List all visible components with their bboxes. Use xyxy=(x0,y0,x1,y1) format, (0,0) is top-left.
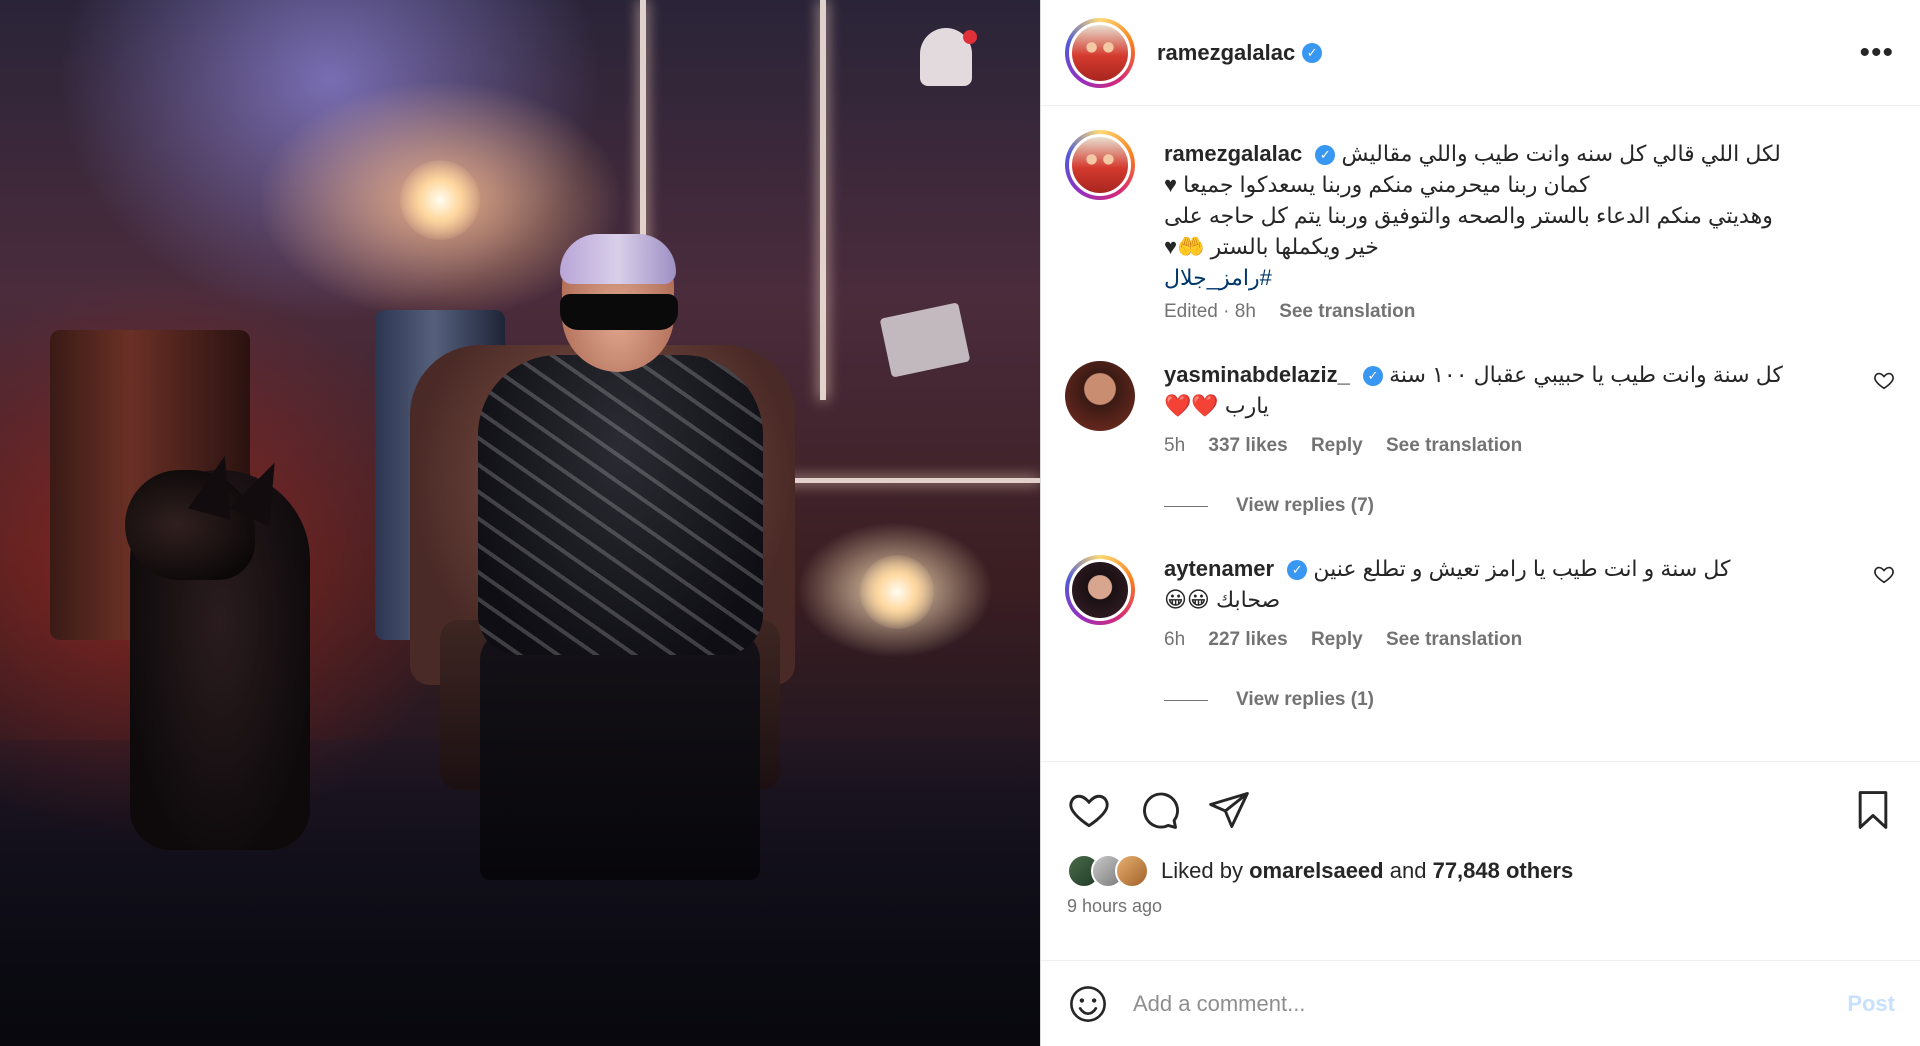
comment-icon[interactable] xyxy=(1137,788,1181,832)
commenter-avatar[interactable] xyxy=(1065,361,1135,431)
verified-badge-icon: ✓ xyxy=(1302,42,1323,63)
person-hair xyxy=(560,234,676,284)
sunglasses xyxy=(560,294,678,330)
liked-by-prefix: Liked by xyxy=(1161,858,1243,883)
liked-by-and: and xyxy=(1389,858,1427,883)
view-replies-button[interactable]: View replies (1) xyxy=(1164,689,1851,711)
caption-username[interactable]: ramezgalalac xyxy=(1164,141,1302,166)
post-side-panel: ramezgalalac ✓ ••• ramezgalalac ✓ لكل ال… xyxy=(1040,0,1920,1046)
comments-area[interactable]: ramezgalalac ✓ لكل اللي قالي كل سنه وانت… xyxy=(1041,106,1920,761)
comment-text: يارب ❤️❤️ xyxy=(1164,393,1270,418)
post-button[interactable]: Post xyxy=(1847,991,1895,1017)
liked-by-others[interactable]: 77,848 others xyxy=(1433,858,1574,884)
caption-text-line: لكل اللي قالي كل سنه وانت طيب واللي مقال… xyxy=(1341,141,1781,166)
verified-badge-icon: ✓ xyxy=(1287,560,1308,581)
replies-divider xyxy=(1164,505,1208,507)
stage-lamp xyxy=(400,160,480,240)
view-replies-button[interactable]: View replies (7) xyxy=(1164,495,1851,517)
commenter-avatar[interactable] xyxy=(1065,555,1135,625)
comment-input[interactable]: Add a comment... xyxy=(1133,991,1847,1017)
caption-text-line: كمان ربنا ميحرمني منكم وربنا يسعدكوا جمي… xyxy=(1164,172,1590,197)
post-time-ago: 9 hours ago xyxy=(1067,896,1163,916)
comment-text: صحابك 😀😀 xyxy=(1164,587,1281,612)
smiley-icon[interactable] xyxy=(1067,983,1109,1025)
light-beam xyxy=(820,0,826,400)
post-actions: Liked by omarelsaeed and 77,848 others 9… xyxy=(1041,761,1920,987)
verified-badge-icon: ✓ xyxy=(1363,366,1383,387)
comment-text: كل سنة و انت طيب يا رامز تعيش و تطلع عني… xyxy=(1313,556,1731,581)
commenter-username[interactable]: yasminabdelaziz_ xyxy=(1164,362,1350,387)
liker-avatar xyxy=(1115,854,1149,888)
view-replies-label: View replies (7) xyxy=(1236,495,1374,516)
add-comment-bar: Add a comment... Post xyxy=(1041,960,1920,1046)
comment-item: aytenamer ✓ كل سنة و انت طيب يا رامز تعي… xyxy=(1041,553,1920,711)
reply-button[interactable]: Reply xyxy=(1311,629,1363,650)
caption-text-line: وهديتي منكم الدعاء بالستر والصحه والتوفي… xyxy=(1164,203,1773,228)
liked-by-user[interactable]: omarelsaeed xyxy=(1249,858,1384,884)
person-legs xyxy=(480,630,760,880)
comment-likes[interactable]: 337 likes xyxy=(1208,435,1287,456)
comment-time: 6h xyxy=(1164,629,1186,650)
replies-divider xyxy=(1164,699,1208,701)
notification-dot xyxy=(963,30,977,44)
comment-like-heart-icon[interactable] xyxy=(1873,369,1895,391)
author-avatar[interactable] xyxy=(1065,17,1135,88)
more-horizontal-icon[interactable]: ••• xyxy=(1859,37,1894,67)
instagram-post: ramezgalalac ✓ ••• ramezgalalac ✓ لكل ال… xyxy=(0,0,1920,1046)
comment-like-heart-icon[interactable] xyxy=(1873,563,1895,585)
bookmark-icon[interactable] xyxy=(1851,788,1895,832)
caption-text-line: خير ويكملها بالستر 🤲♥ xyxy=(1164,234,1379,259)
hashtag-link[interactable]: #رامز_جلال xyxy=(1164,262,1851,293)
caption-avatar[interactable] xyxy=(1065,130,1135,200)
comment-time: 5h xyxy=(1164,435,1186,456)
light-beam xyxy=(760,478,1040,483)
see-translation-link[interactable]: See translation xyxy=(1386,629,1522,650)
edited-label: Edited · 8h xyxy=(1164,301,1256,322)
send-icon[interactable] xyxy=(1207,788,1251,832)
comment-text: كل سنة وانت طيب يا حبيبي عقبال ١٠٠ سنة xyxy=(1389,362,1783,387)
stage-lamp xyxy=(860,555,934,629)
post-header: ramezgalalac ✓ ••• xyxy=(1041,0,1920,106)
verified-badge-icon: ✓ xyxy=(1315,145,1336,166)
see-translation-link[interactable]: See translation xyxy=(1279,301,1415,322)
person-jacket xyxy=(478,355,763,655)
author-username[interactable]: ramezgalalac xyxy=(1157,40,1295,66)
heart-icon[interactable] xyxy=(1067,788,1111,832)
reply-button[interactable]: Reply xyxy=(1311,435,1363,456)
comment-likes[interactable]: 227 likes xyxy=(1208,629,1287,650)
crate xyxy=(879,302,971,378)
caption: ramezgalalac ✓ لكل اللي قالي كل سنه وانت… xyxy=(1041,106,1920,323)
commenter-username[interactable]: aytenamer xyxy=(1164,556,1274,581)
post-photo[interactable] xyxy=(0,0,1040,1046)
liker-avatars xyxy=(1067,854,1149,888)
see-translation-link[interactable]: See translation xyxy=(1386,435,1522,456)
view-replies-label: View replies (1) xyxy=(1236,689,1374,710)
comment-item: yasminabdelaziz_ ✓ كل سنة وانت طيب يا حب… xyxy=(1041,359,1920,517)
likes-summary[interactable]: Liked by omarelsaeed and 77,848 others xyxy=(1041,854,1920,888)
